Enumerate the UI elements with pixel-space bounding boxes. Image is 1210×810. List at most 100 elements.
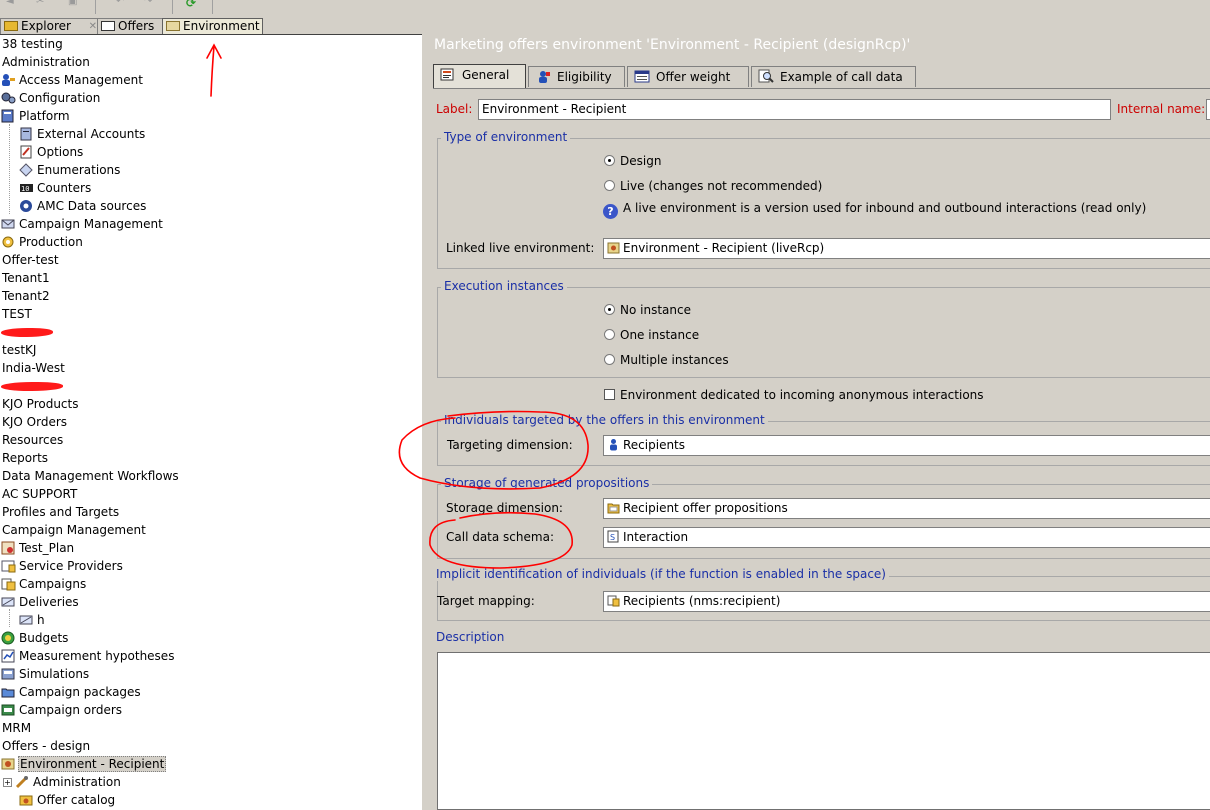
undo-icon[interactable]: ↶	[116, 0, 124, 7]
call-data-schema-caption: Call data schema:	[446, 530, 554, 544]
tab-offer-weight[interactable]: Offer weight	[627, 66, 749, 87]
tab-eligibility[interactable]: Eligibility	[528, 66, 625, 87]
target-mapping-field[interactable]: Recipients (nms:recipient)	[603, 591, 1210, 612]
tree-item[interactable]: AC SUPPORT	[1, 485, 78, 503]
tree-item[interactable]: Campaign Management	[1, 521, 147, 539]
tree-item-label: Test_Plan	[19, 541, 75, 555]
radio-button[interactable]	[604, 180, 615, 191]
checkbox[interactable]	[604, 389, 615, 400]
save-icon[interactable]: ▣	[68, 0, 77, 7]
tab-environment[interactable]: Environment	[162, 18, 263, 34]
tree-item[interactable]: Production	[1, 233, 84, 251]
tree-item[interactable]: Offers - design	[1, 737, 91, 755]
tree-item[interactable]: Deliveries	[1, 593, 80, 611]
tree-item-label: Offer catalog	[37, 793, 116, 807]
tab-general[interactable]: General	[433, 64, 526, 88]
tree-item[interactable]: Simulations	[1, 665, 90, 683]
tree-connector	[9, 124, 10, 214]
tree-item[interactable]: testKJ	[1, 341, 37, 359]
description-textarea[interactable]	[437, 652, 1210, 810]
tree-item[interactable]: 10 Counters	[19, 179, 92, 197]
tree-item[interactable]: Offer catalog	[19, 791, 116, 809]
tree-item[interactable]	[1, 323, 53, 341]
linked-live-environment-field[interactable]: Environment - Recipient (liveRcp)	[603, 238, 1210, 259]
folder-icon	[607, 501, 620, 514]
tree-item[interactable]: Profiles and Targets	[1, 503, 120, 521]
recipient-icon	[607, 438, 620, 451]
tree-item[interactable]: Service Providers	[1, 557, 124, 575]
tree-item-label: Campaign Management	[19, 217, 163, 231]
tree-item[interactable]: Campaigns	[1, 575, 87, 593]
no-instance-radio[interactable]: No instance	[604, 303, 691, 317]
tree-item[interactable]: + Administration	[3, 773, 122, 791]
one-instance-radio[interactable]: One instance	[604, 328, 699, 342]
tree-item-label: Data Management Workflows	[2, 469, 179, 483]
tree-item[interactable]: TEST	[1, 305, 33, 323]
storage-dimension-field[interactable]: Recipient offer propositions	[603, 498, 1210, 519]
external-accounts-icon	[19, 127, 34, 141]
tree-item[interactable]: Tenant2	[1, 287, 51, 305]
tree-item[interactable]: Offer-test	[1, 251, 60, 269]
tree-item[interactable]: Environment - Recipient	[1, 755, 167, 773]
back-icon[interactable]: ◄	[6, 0, 14, 7]
tree-item-label: Budgets	[19, 631, 69, 645]
call-data-schema-field[interactable]: S Interaction	[603, 527, 1210, 548]
tree-item[interactable]: External Accounts	[19, 125, 146, 143]
counters-icon: 10	[19, 181, 34, 195]
redo-icon[interactable]: ↷	[144, 0, 152, 7]
tree-item[interactable]: h	[19, 611, 46, 629]
tree-item[interactable]: MRM	[1, 719, 32, 737]
tree-item[interactable]: AMC Data sources	[19, 197, 147, 215]
tree-item[interactable]: Data Management Workflows	[1, 467, 180, 485]
target-mapping-icon	[607, 594, 620, 607]
tree-item-label: Resources	[2, 433, 64, 447]
radio-button[interactable]	[604, 354, 615, 365]
tree-item[interactable]: KJO Products	[1, 395, 79, 413]
packages-icon	[1, 685, 16, 699]
label-input[interactable]: Environment - Recipient	[478, 99, 1111, 120]
tree-item[interactable]: 38 testing	[1, 35, 64, 53]
tree-item[interactable]: KJO Orders	[1, 413, 68, 431]
expand-icon[interactable]: +	[3, 778, 12, 787]
tree-item[interactable]: Enumerations	[19, 161, 121, 179]
amc-datasource-icon	[19, 199, 34, 213]
design-radio[interactable]: Design	[604, 154, 661, 168]
tree-item-label: Counters	[37, 181, 92, 195]
tree-item[interactable]: Campaign orders	[1, 701, 123, 719]
tree-item[interactable]: Campaign packages	[1, 683, 142, 701]
explorer-tree[interactable]: 38 testing Administration Access Managemen…	[0, 35, 421, 810]
tree-item[interactable]: Tenant1	[1, 269, 51, 287]
multiple-instances-radio[interactable]: Multiple instances	[604, 353, 729, 367]
tree-item[interactable]: Options	[19, 143, 84, 161]
tree-item[interactable]: Platform	[1, 107, 71, 125]
help-icon: ?	[603, 204, 618, 219]
tree-item[interactable]: Budgets	[1, 629, 69, 647]
refresh-icon[interactable]: ⟳	[186, 0, 196, 10]
radio-button[interactable]	[604, 304, 615, 315]
tree-item[interactable]: India-West	[1, 359, 66, 377]
tab-example-call-data[interactable]: Example of call data	[751, 66, 916, 87]
anonymous-interactions-checkbox[interactable]: Environment dedicated to incoming anonym…	[604, 388, 984, 402]
tree-item[interactable]: Reports	[1, 449, 49, 467]
tree-item-label: Offer-test	[2, 253, 59, 267]
tree-item[interactable]: Measurement hypotheses	[1, 647, 175, 665]
radio-button[interactable]	[604, 329, 615, 340]
budgets-icon	[1, 631, 16, 645]
close-icon[interactable]: ✕	[89, 19, 97, 34]
tab-offers[interactable]: Offers	[97, 18, 164, 34]
cut-icon[interactable]: ✂	[36, 0, 44, 7]
targeting-dimension-field[interactable]: Recipients	[603, 435, 1210, 456]
radio-button[interactable]	[604, 155, 615, 166]
internal-name-caption: Internal name:	[1117, 102, 1206, 116]
internal-name-input[interactable]	[1206, 99, 1210, 120]
tree-item[interactable]: Access Management	[1, 71, 144, 89]
tree-item[interactable]: Test_Plan	[1, 539, 75, 557]
live-radio[interactable]: Live (changes not recommended)	[604, 179, 822, 193]
tree-item[interactable]: Campaign Management	[1, 215, 164, 233]
type-of-environment-legend: Type of environment	[441, 130, 571, 144]
tree-item[interactable]: Configuration	[1, 89, 101, 107]
tree-item[interactable]: Administration	[1, 53, 91, 71]
tree-item[interactable]	[1, 377, 63, 395]
tree-item[interactable]: Resources	[1, 431, 64, 449]
tab-explorer[interactable]: Explorer ✕	[0, 18, 101, 34]
